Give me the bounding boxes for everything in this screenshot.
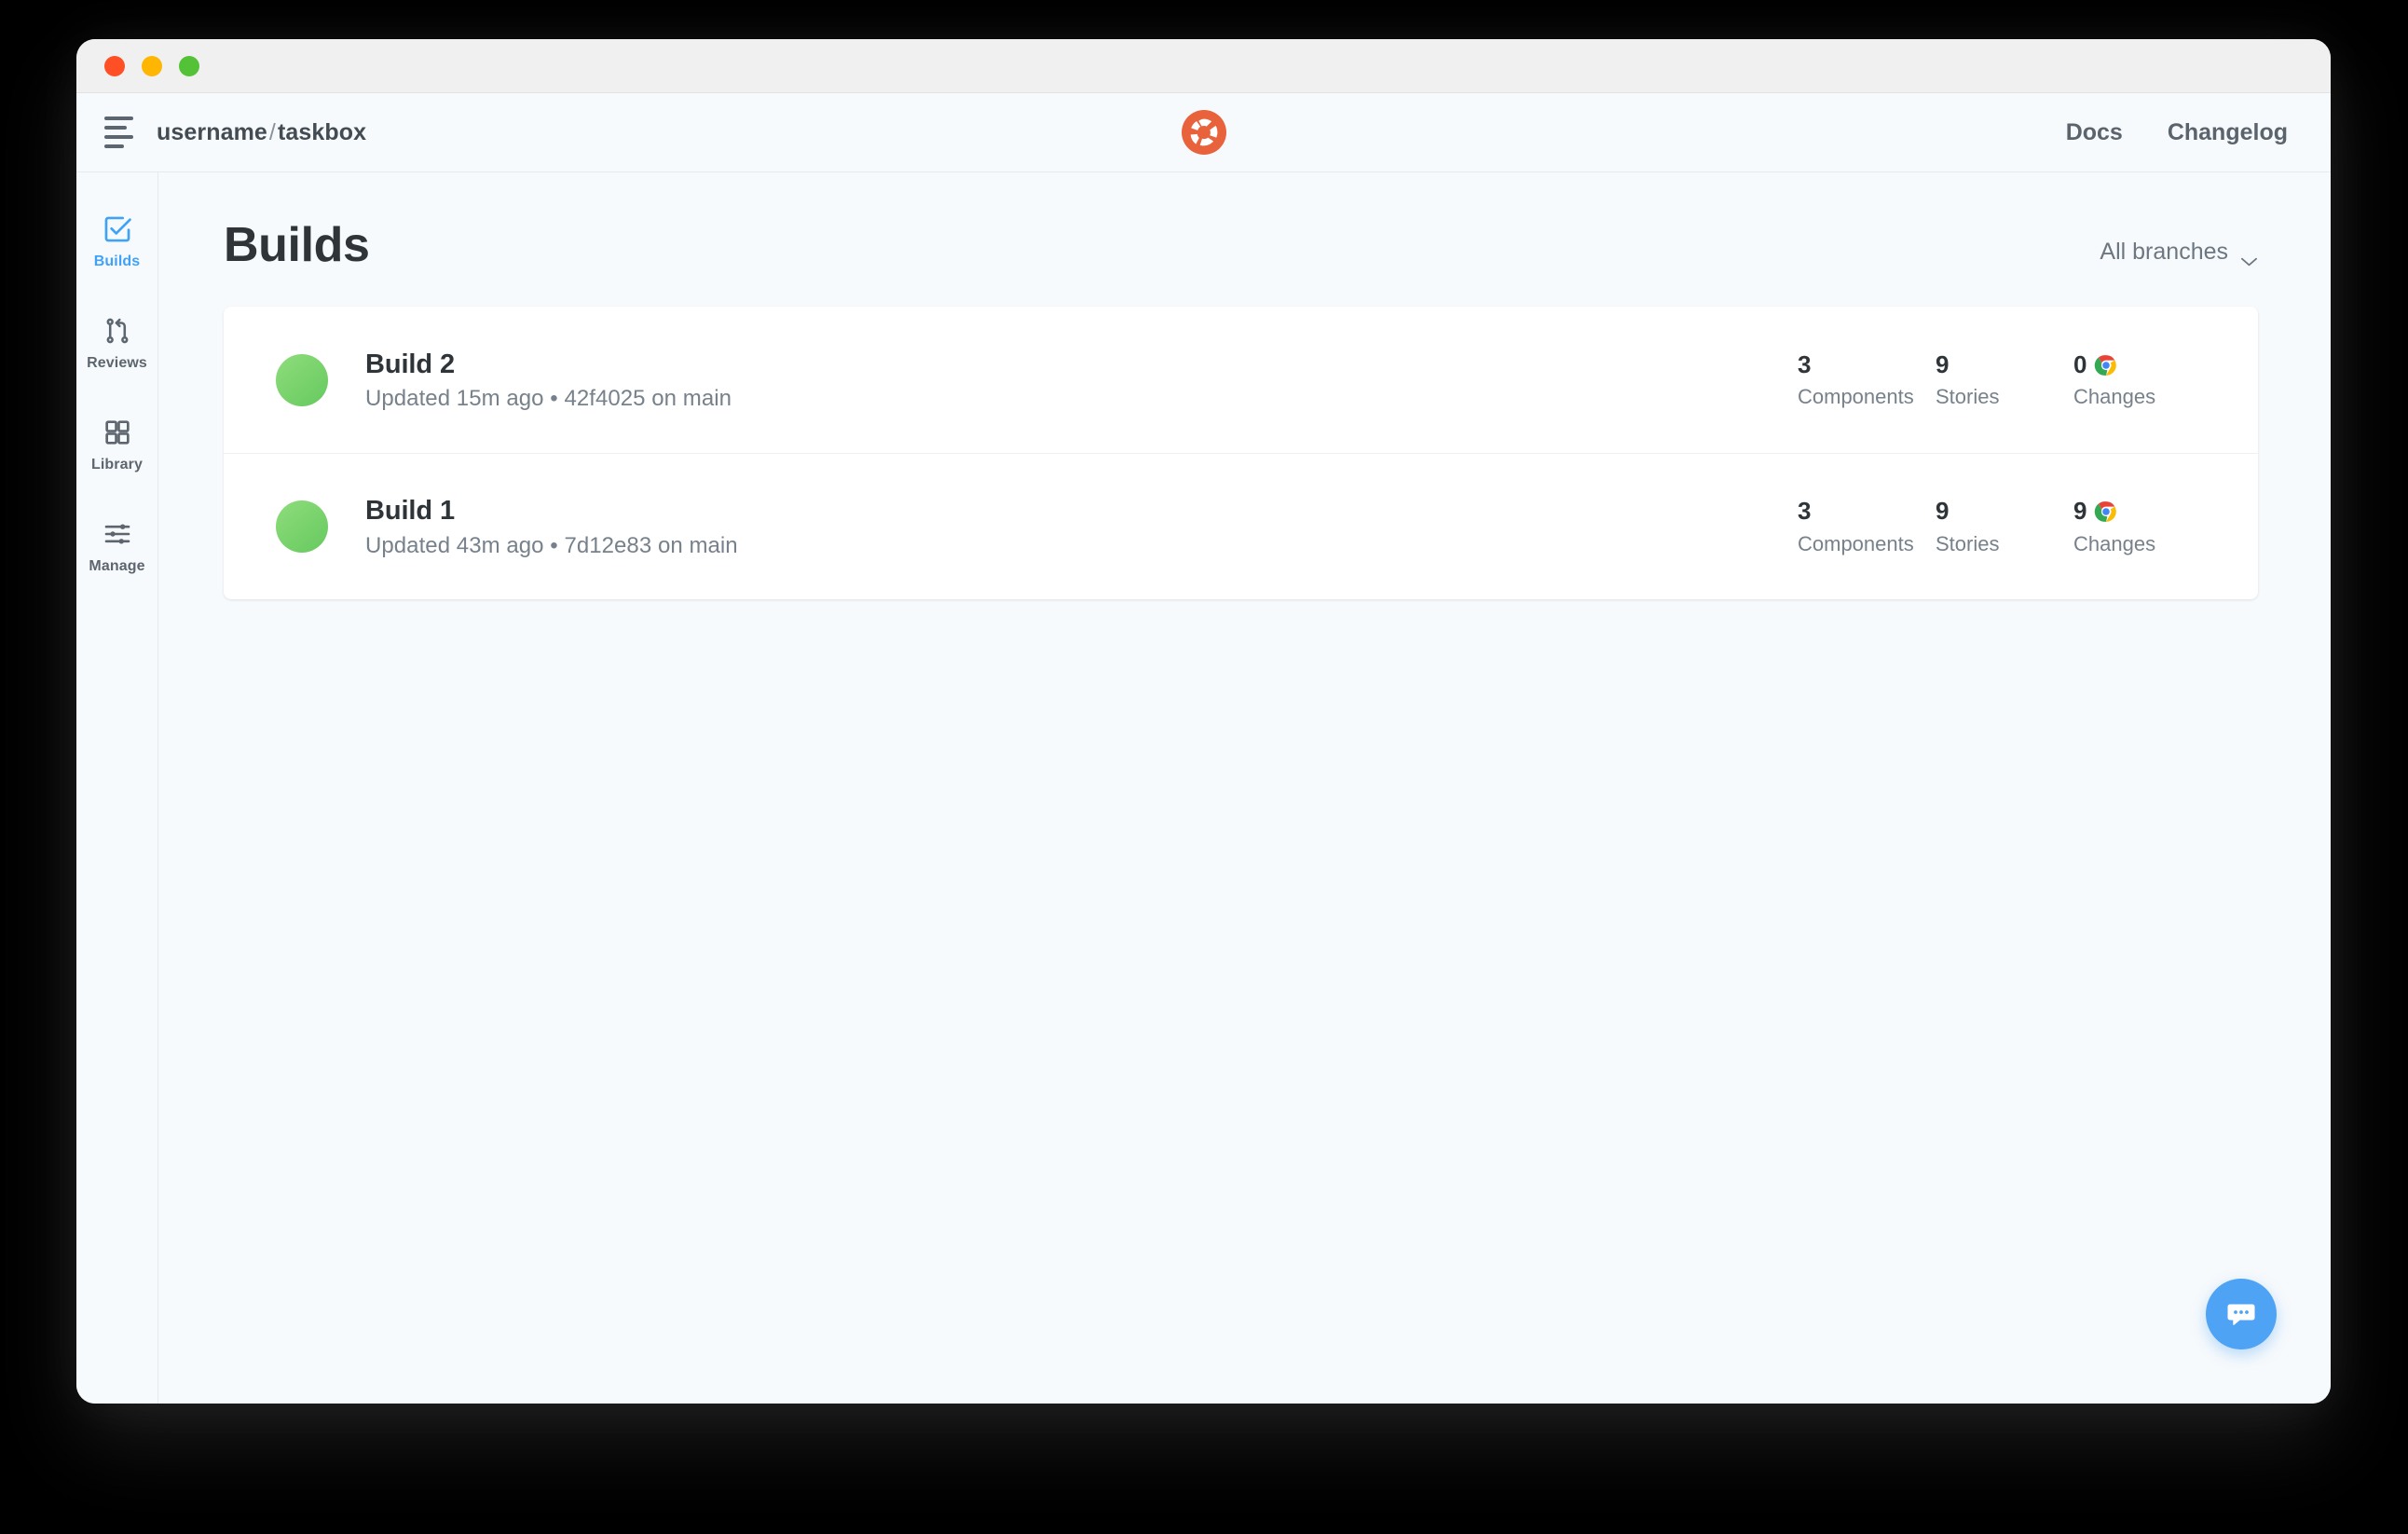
stat-stories: 9 Stories xyxy=(1936,497,2073,555)
nav-link-changelog[interactable]: Changelog xyxy=(2168,119,2288,146)
sidebar-item-library[interactable]: Library xyxy=(76,417,158,473)
app-window: username/taskbox Docs Changelog Builds R… xyxy=(76,39,2331,1404)
stat-changes: 9 Changes xyxy=(2073,497,2196,555)
build-info: Build 1 Updated 43m ago • 7d12e83 on mai… xyxy=(365,494,738,558)
build-name: Build 1 xyxy=(365,496,455,527)
stat-components-label: Components xyxy=(1798,385,1914,409)
build-subtitle: Updated 43m ago • 7d12e83 on main xyxy=(365,532,738,558)
page-title: Builds xyxy=(224,218,370,272)
stat-stories-label: Stories xyxy=(1936,385,2000,409)
main-content: Builds All branches Build 2 Updated 15m … xyxy=(158,172,2331,1404)
table-row[interactable]: Build 2 Updated 15m ago • 42f4025 on mai… xyxy=(224,307,2258,453)
stat-components: 3 Components xyxy=(1798,350,1936,409)
stat-components-value: 3 xyxy=(1798,349,1812,378)
stat-components-label: Components xyxy=(1798,531,1914,555)
page-header: Builds All branches xyxy=(224,217,2258,307)
branch-filter-dropdown[interactable]: All branches xyxy=(2100,239,2258,273)
sidebar-item-manage[interactable]: Manage xyxy=(76,518,158,575)
build-status-indicator xyxy=(276,500,328,553)
window-maximize-button[interactable] xyxy=(179,55,199,76)
sidebar-item-builds[interactable]: Builds xyxy=(76,213,158,270)
window-titlebar xyxy=(76,39,2331,93)
chat-bubble-icon xyxy=(2224,1297,2258,1331)
stat-stories-label: Stories xyxy=(1936,531,2000,555)
stat-components: 3 Components xyxy=(1798,497,1936,555)
sidebar-item-reviews[interactable]: Reviews xyxy=(76,315,158,372)
breadcrumb-separator: / xyxy=(268,118,276,145)
sidebar-label-manage: Manage xyxy=(89,558,145,574)
branch-filter-label: All branches xyxy=(2100,239,2228,265)
window-minimize-button[interactable] xyxy=(142,55,162,76)
chrome-icon xyxy=(2094,353,2118,377)
sidebar-label-library: Library xyxy=(91,457,143,473)
breadcrumb-repo: taskbox xyxy=(277,118,367,145)
build-stats: 3 Components 9 Stories 9 Changes xyxy=(1798,497,2196,555)
sliders-icon xyxy=(102,518,133,550)
stat-stories-value: 9 xyxy=(1936,497,1950,526)
stat-stories: 9 Stories xyxy=(1936,350,2073,409)
stat-changes-label: Changes xyxy=(2073,531,2156,555)
chrome-icon xyxy=(2094,500,2118,524)
pull-request-icon xyxy=(102,315,133,347)
chat-support-button[interactable] xyxy=(2206,1279,2277,1349)
header-nav: Docs Changelog xyxy=(2066,119,2288,146)
build-name: Build 2 xyxy=(365,349,455,379)
stat-changes-value: 9 xyxy=(2073,497,2087,526)
build-status-indicator xyxy=(276,353,328,406)
breadcrumb-owner: username xyxy=(157,118,267,145)
sidebar-label-builds: Builds xyxy=(93,253,141,269)
desktop-backdrop: username/taskbox Docs Changelog Builds R… xyxy=(0,0,2408,1534)
nav-link-docs[interactable]: Docs xyxy=(2066,119,2123,146)
stat-stories-value: 9 xyxy=(1936,349,1950,378)
app-body: Builds Reviews Library Manage Builds All… xyxy=(76,172,2331,1404)
sidebar: Builds Reviews Library Manage xyxy=(76,172,158,1404)
checkbox-check-icon xyxy=(102,213,133,245)
chevron-down-icon xyxy=(2240,247,2258,266)
stat-components-value: 3 xyxy=(1798,497,1812,526)
grid-squares-icon xyxy=(102,417,133,448)
chromatic-logo[interactable] xyxy=(1181,110,1226,155)
stat-changes-label: Changes xyxy=(2073,385,2156,409)
table-row[interactable]: Build 1 Updated 43m ago • 7d12e83 on mai… xyxy=(224,453,2258,599)
breadcrumb[interactable]: username/taskbox xyxy=(157,119,366,146)
builds-list: Build 2 Updated 15m ago • 42f4025 on mai… xyxy=(224,307,2258,599)
window-close-button[interactable] xyxy=(104,55,125,76)
build-stats: 3 Components 9 Stories 0 Changes xyxy=(1798,350,2196,409)
build-info: Build 2 Updated 15m ago • 42f4025 on mai… xyxy=(365,348,732,412)
stat-changes-value: 0 xyxy=(2073,349,2087,378)
sidebar-label-reviews: Reviews xyxy=(87,355,147,371)
hamburger-icon[interactable] xyxy=(95,108,144,157)
build-subtitle: Updated 15m ago • 42f4025 on main xyxy=(365,386,732,412)
stat-changes: 0 Changes xyxy=(2073,350,2196,409)
app-header: username/taskbox Docs Changelog xyxy=(76,93,2331,172)
